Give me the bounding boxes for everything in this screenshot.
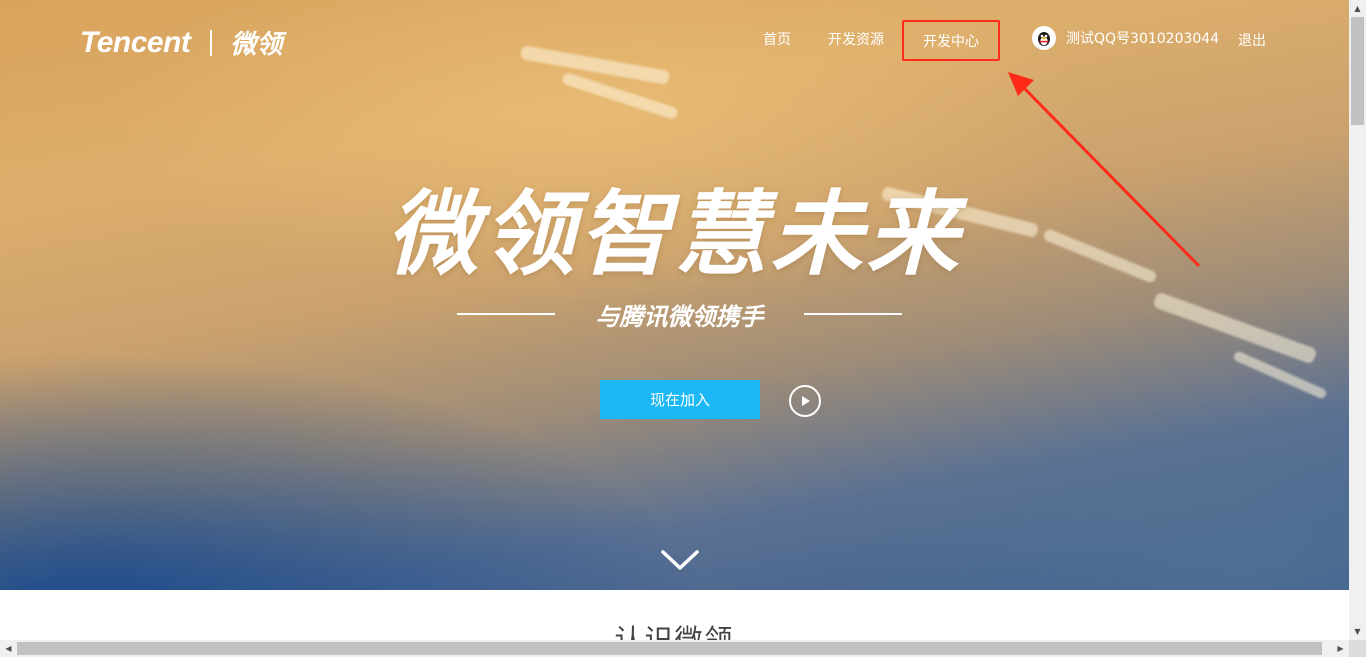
scrollbar-corner (1349, 640, 1366, 657)
vertical-scroll-thumb[interactable] (1351, 17, 1364, 125)
logout-link[interactable]: 退出 (1238, 30, 1266, 50)
hero-headline: 微领智慧未来 (386, 181, 963, 288)
nav-item-dev-center[interactable]: 开发中心 (902, 20, 1000, 61)
scroll-down-icon[interactable]: ▼ (1349, 623, 1366, 640)
nav-item-home[interactable]: 首页 (763, 29, 791, 49)
logo-product-text: 微领 (230, 30, 283, 60)
horizontal-scrollbar[interactable]: ◀ ▶ (0, 640, 1349, 657)
logo-divider (210, 29, 213, 56)
qq-penguin-icon (1032, 26, 1056, 50)
scroll-left-icon[interactable]: ◀ (0, 640, 17, 657)
user-name: 测试QQ号3010203044 (1066, 31, 1220, 47)
chevron-down-icon[interactable] (660, 548, 700, 576)
scroll-up-icon[interactable]: ▲ (1349, 0, 1366, 17)
section-title: 认识微领 (614, 623, 735, 640)
vertical-scrollbar[interactable]: ▲ ▼ (1349, 0, 1366, 640)
tagline-row: 与腾讯微领携手 (457, 296, 902, 332)
tagline-right-line (804, 313, 902, 315)
page-viewport: Tencent 微领 首页 开发资源 开发中心 测试QQ号3010203044 … (0, 0, 1349, 640)
user-info[interactable]: 测试QQ号3010203044 (1032, 26, 1219, 50)
nav-item-resources[interactable]: 开发资源 (828, 29, 884, 49)
hero-banner: Tencent 微领 首页 开发资源 开发中心 测试QQ号3010203044 … (0, 0, 1349, 590)
play-circle-icon[interactable] (789, 385, 821, 417)
join-now-button[interactable]: 现在加入 (600, 380, 760, 419)
scroll-right-icon[interactable]: ▶ (1332, 640, 1349, 657)
tencent-logo[interactable]: Tencent 微领 (80, 24, 282, 61)
hero-tagline: 与腾讯微领携手 (595, 302, 764, 331)
horizontal-scroll-thumb[interactable] (17, 642, 1322, 655)
tagline-left-line (457, 313, 555, 315)
logo-brand-text: Tencent (80, 25, 191, 59)
